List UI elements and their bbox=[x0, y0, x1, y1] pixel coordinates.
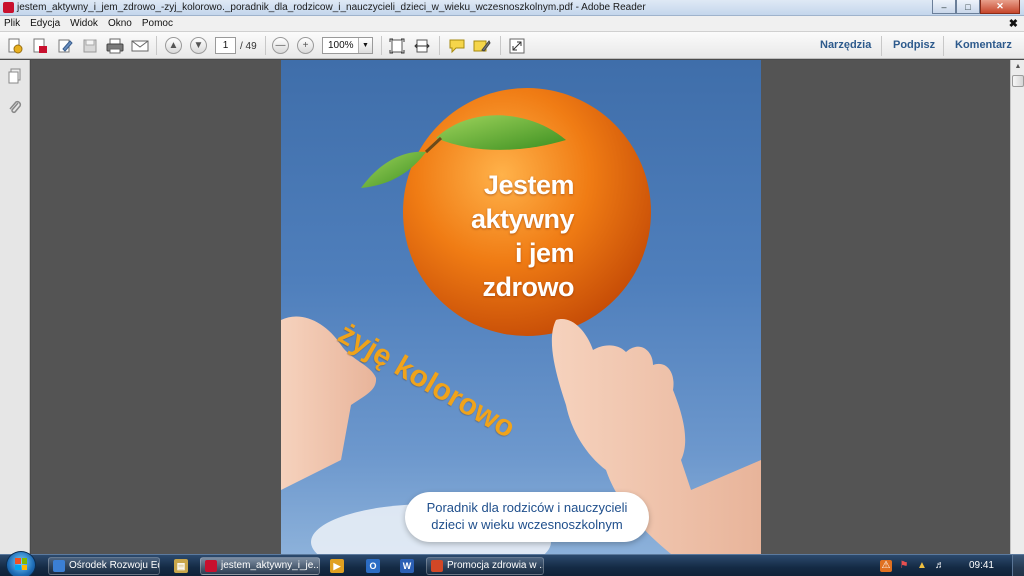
window-controls: – □ ✕ bbox=[932, 0, 1020, 15]
system-tray: ⚠ ⚑ ▲ ♬ 09:41 bbox=[874, 555, 1024, 576]
menu-okno[interactable]: Okno bbox=[108, 18, 132, 29]
minimize-button[interactable]: – bbox=[932, 0, 956, 14]
cover-subtitle-line: Poradnik dla rodziców i nauczycieli bbox=[426, 500, 628, 515]
fullscreen-icon[interactable] bbox=[508, 37, 526, 54]
scrollbar-thumb[interactable] bbox=[1012, 75, 1024, 87]
taskbar-item-adobe-reader[interactable]: jestem_aktywny_i_je... bbox=[200, 557, 320, 575]
next-page-icon[interactable]: ▼ bbox=[190, 37, 207, 54]
adobe-reader-icon bbox=[3, 2, 14, 13]
maximize-button[interactable]: □ bbox=[956, 0, 980, 14]
window-title: jestem_aktywny_i_jem_zdrowo_-zyj_kolorow… bbox=[17, 2, 646, 13]
start-button[interactable] bbox=[6, 551, 36, 576]
show-desktop-button[interactable] bbox=[1012, 555, 1024, 576]
export-pdf-icon[interactable] bbox=[31, 37, 49, 54]
previous-page-icon[interactable]: ▲ bbox=[165, 37, 182, 54]
title-bar: jestem_aktywny_i_jem_zdrowo_-zyj_kolorow… bbox=[0, 0, 1024, 16]
zoom-out-icon[interactable]: — bbox=[272, 37, 289, 54]
security-alert-icon[interactable]: ⚑ bbox=[898, 560, 910, 572]
menu-edycja[interactable]: Edycja bbox=[30, 18, 60, 29]
fit-width-icon[interactable] bbox=[413, 37, 431, 54]
powerpoint-icon bbox=[431, 560, 443, 572]
cover-subtitle-bubble: Poradnik dla rodziców i nauczycieli dzie… bbox=[405, 492, 649, 542]
taskbar-item-label: Promocja zdrowia w ... bbox=[447, 560, 544, 571]
vertical-scrollbar[interactable]: ▲ bbox=[1010, 60, 1024, 554]
menu-widok[interactable]: Widok bbox=[70, 18, 98, 29]
cover-title: Jestem aktywny i jem zdrowo bbox=[434, 168, 575, 304]
menu-plik[interactable]: Plik bbox=[4, 18, 20, 29]
taskbar: Ośrodek Rozwoju Ed... ▤ jestem_aktywny_i… bbox=[0, 551, 1024, 576]
scroll-up-icon[interactable]: ▲ bbox=[1012, 61, 1024, 73]
toolbar: ▲ ▼ 1 / 49 — + 100% ▼ Narzędzia Podpisz … bbox=[0, 32, 1024, 59]
volume-icon[interactable]: ♬ bbox=[934, 560, 946, 572]
pdf-icon bbox=[205, 560, 217, 572]
edit-pdf-icon[interactable] bbox=[56, 37, 74, 54]
taskbar-item-browser[interactable]: Ośrodek Rozwoju Ed... bbox=[48, 557, 160, 575]
cover-title-line: aktywny bbox=[470, 204, 575, 234]
tools-link[interactable]: Narzędzia bbox=[820, 39, 871, 51]
word-icon[interactable]: W bbox=[400, 559, 414, 573]
outlook-icon[interactable]: O bbox=[366, 559, 380, 573]
page-number-input[interactable]: 1 bbox=[215, 37, 236, 54]
zoom-level-select[interactable]: 100% ▼ bbox=[322, 37, 373, 54]
attachments-icon[interactable] bbox=[7, 100, 23, 116]
close-button[interactable]: ✕ bbox=[980, 0, 1020, 14]
update-icon[interactable]: ▲ bbox=[916, 560, 928, 572]
taskbar-item-powerpoint[interactable]: Promocja zdrowia w ... bbox=[426, 557, 544, 575]
cover-title-line: i jem bbox=[514, 238, 575, 268]
email-icon[interactable] bbox=[131, 37, 149, 54]
save-icon[interactable] bbox=[81, 37, 99, 54]
zoom-level-value: 100% bbox=[328, 40, 354, 51]
network-alert-icon[interactable]: ⚠ bbox=[880, 560, 892, 572]
menu-pomoc[interactable]: Pomoc bbox=[142, 18, 173, 29]
clock[interactable]: 09:41 bbox=[969, 560, 994, 571]
close-document-icon[interactable]: ✖ bbox=[1009, 17, 1018, 30]
print-icon[interactable] bbox=[106, 37, 124, 54]
document-area[interactable]: Jestem aktywny i jem zdrowo żyję kolorow… bbox=[31, 60, 1010, 554]
cover-title-line: Jestem bbox=[483, 170, 575, 200]
highlight-icon[interactable] bbox=[473, 37, 491, 54]
pdf-page: Jestem aktywny i jem zdrowo żyję kolorow… bbox=[281, 60, 761, 554]
browser-icon bbox=[53, 560, 65, 572]
taskbar-item-label: jestem_aktywny_i_je... bbox=[221, 560, 320, 571]
taskbar-item-label: Ośrodek Rozwoju Ed... bbox=[69, 560, 159, 571]
chevron-down-icon[interactable]: ▼ bbox=[358, 38, 372, 53]
zoom-in-icon[interactable]: + bbox=[297, 37, 314, 54]
create-pdf-icon[interactable] bbox=[6, 37, 24, 54]
fit-page-icon[interactable] bbox=[388, 37, 406, 54]
menu-bar: Plik Edycja Widok Okno Pomoc ✖ bbox=[0, 16, 1024, 32]
media-player-icon[interactable]: ▶ bbox=[330, 559, 344, 573]
navigation-pane bbox=[0, 60, 30, 554]
page-thumbnails-icon[interactable] bbox=[7, 68, 23, 84]
folder-icon[interactable]: ▤ bbox=[174, 559, 188, 573]
cover-illustration bbox=[281, 88, 761, 554]
page-total: / 49 bbox=[240, 41, 257, 52]
sign-link[interactable]: Podpisz bbox=[893, 39, 935, 51]
cover-subtitle-line: dzieci w wieku wczesnoszkolnym bbox=[431, 517, 623, 532]
cover-title-line: zdrowo bbox=[482, 272, 575, 302]
windows-logo-icon bbox=[15, 558, 27, 570]
comment-icon[interactable] bbox=[448, 37, 466, 54]
comment-link[interactable]: Komentarz bbox=[955, 39, 1012, 51]
